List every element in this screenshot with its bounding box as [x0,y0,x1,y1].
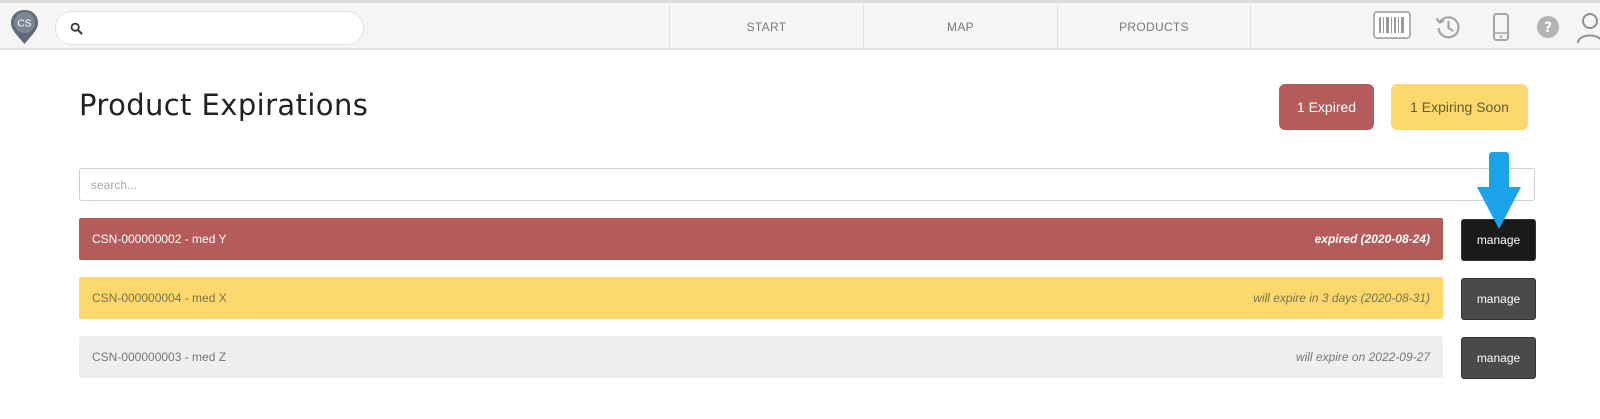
nav-products[interactable]: PRODUCTS [1057,5,1251,48]
manage-button[interactable]: manage [1461,337,1536,379]
mobile-icon[interactable] [1492,12,1510,47]
product-name: CSN-000000003 - med Z [92,350,227,364]
expiration-row-expired: CSN-000000002 - med Y expired (2020-08-2… [79,218,1443,260]
expiration-status: will expire on 2022-09-27 [1295,350,1430,364]
app-logo[interactable]: CS [10,9,39,45]
expiring-soon-count-badge[interactable]: 1 Expiring Soon [1391,84,1528,130]
expired-count-badge[interactable]: 1 Expired [1279,84,1374,130]
page-title: Product Expirations [79,88,369,122]
product-name: CSN-000000004 - med X [92,291,227,305]
svg-text:?: ? [1544,20,1552,36]
nav-start[interactable]: START [669,5,863,48]
expiration-search-input[interactable] [79,168,1535,201]
logo-text: CS [18,19,32,30]
expiration-status: will expire in 3 days (2020-08-31) [1253,291,1430,305]
barcode-icon[interactable] [1373,11,1411,44]
expiration-row-expiring-soon: CSN-000000004 - med X will expire in 3 d… [79,277,1443,319]
expiration-row-ok: CSN-000000003 - med Z will expire on 202… [79,336,1443,378]
top-navigation-bar: CS START MAP PRODUCTS ? [0,0,1600,50]
manage-button[interactable]: manage [1461,278,1536,320]
annotation-arrow-down-icon [1475,151,1523,231]
main-navigation: START MAP PRODUCTS [669,5,1251,48]
global-search-input[interactable] [55,11,364,45]
product-name: CSN-000000002 - med Y [92,232,227,246]
nav-map[interactable]: MAP [863,5,1057,48]
search-icon [70,22,83,35]
history-icon[interactable] [1434,13,1462,46]
user-icon[interactable] [1576,11,1600,50]
help-icon[interactable]: ? [1536,15,1560,44]
expiration-status: expired (2020-08-24) [1314,232,1430,246]
